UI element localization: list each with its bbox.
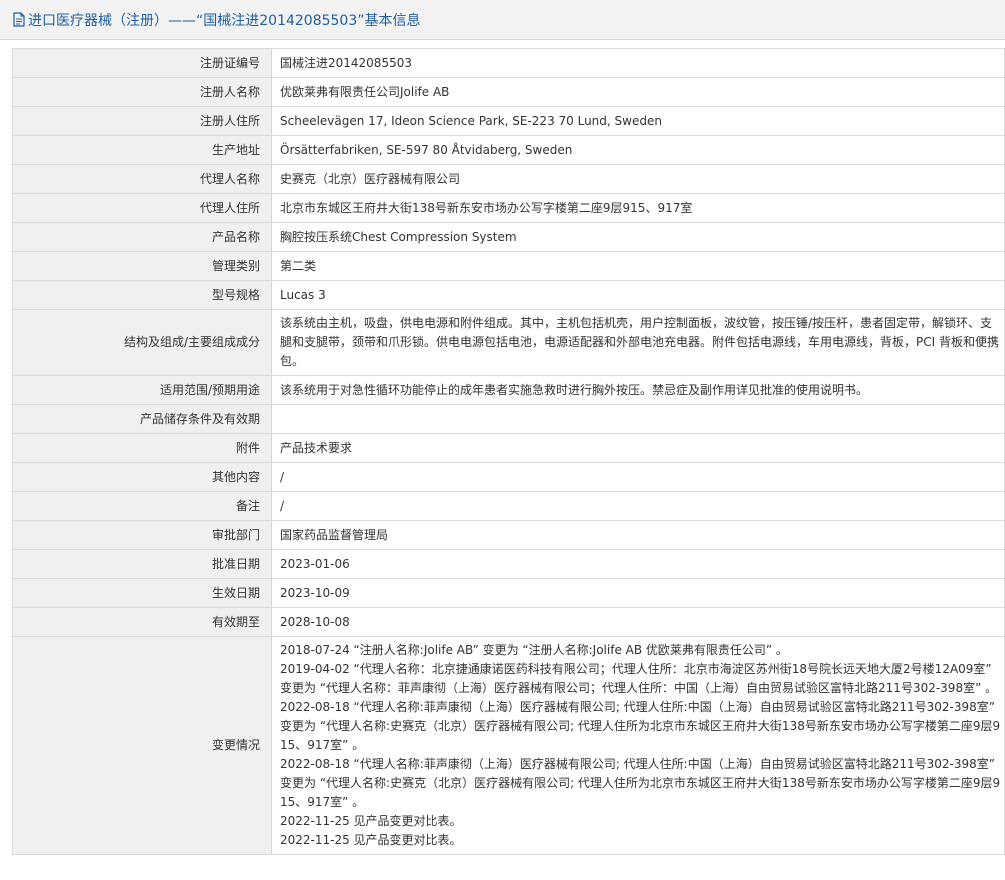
row-label: 注册人住所 (12, 106, 272, 136)
table-row: 有效期至 2028-10-08 (12, 607, 1005, 637)
row-label: 生产地址 (12, 135, 272, 165)
row-value: / (271, 462, 1005, 492)
table-row: 审批部门 国家药品监督管理局 (12, 520, 1005, 550)
change-entry: 2022-11-25 见产品变更对比表。 (280, 833, 462, 847)
info-table-container: 注册证编号 国械注进20142085503 注册人名称 优欧莱弗有限责任公司Jo… (12, 48, 1005, 855)
table-row: 批准日期 2023-01-06 (12, 549, 1005, 579)
document-icon (13, 12, 25, 27)
row-label: 管理类别 (12, 251, 272, 281)
row-label: 型号规格 (12, 280, 272, 310)
row-label: 产品名称 (12, 222, 272, 252)
table-row: 管理类别 第二类 (12, 251, 1005, 281)
row-value: 优欧莱弗有限责任公司Jolife AB (271, 77, 1005, 107)
page-title: 进口医疗器械（注册）——“国械注进20142085503”基本信息 (28, 12, 421, 29)
row-value: 该系统用于对急性循环功能停止的成年患者实施急救时进行胸外按压。禁忌症及副作用详见… (271, 375, 1005, 405)
table-row: 适用范围/预期用途 该系统用于对急性循环功能停止的成年患者实施急救时进行胸外按压… (12, 375, 1005, 405)
row-value: 该系统由主机，吸盘，供电电源和附件组成。其中，主机包括机壳，用户控制面板，波纹管… (271, 309, 1005, 376)
table-row: 生效日期 2023-10-09 (12, 578, 1005, 608)
row-value: 北京市东城区王府井大街138号新东安市场办公写字楼第二座9层915、917室 (271, 193, 1005, 223)
row-label: 其他内容 (12, 462, 272, 492)
table-row: 代理人名称 史赛克（北京）医疗器械有限公司 (12, 164, 1005, 194)
table-row: 注册人名称 优欧莱弗有限责任公司Jolife AB (12, 77, 1005, 107)
table-row: 附件 产品技术要求 (12, 433, 1005, 463)
row-value: 2023-10-09 (271, 578, 1005, 608)
table-row: 注册人住所 Scheelevägen 17, Ideon Science Par… (12, 106, 1005, 136)
table-row: 变更情况 2018-07-24 “注册人名称:Jolife AB” 变更为 “注… (12, 636, 1005, 855)
change-entry: 2022-08-18 “代理人名称:菲声康彻（上海）医疗器械有限公司; 代理人住… (280, 700, 1001, 752)
row-label: 备注 (12, 491, 272, 521)
row-label: 适用范围/预期用途 (12, 375, 272, 405)
row-value: 国械注进20142085503 (271, 48, 1005, 78)
change-entry: 2022-08-18 “代理人名称:菲声康彻（上海）医疗器械有限公司; 代理人住… (280, 757, 1001, 809)
row-label: 批准日期 (12, 549, 272, 579)
table-row: 备注 / (12, 491, 1005, 521)
row-label: 注册人名称 (12, 77, 272, 107)
row-label: 变更情况 (12, 636, 272, 855)
row-label: 附件 (12, 433, 272, 463)
row-value: / (271, 491, 1005, 521)
row-label: 注册证编号 (12, 48, 272, 78)
row-value: 国家药品监督管理局 (271, 520, 1005, 550)
row-value: 产品技术要求 (271, 433, 1005, 463)
row-label: 结构及组成/主要组成成分 (12, 309, 272, 376)
change-history: 2018-07-24 “注册人名称:Jolife AB” 变更为 “注册人名称:… (271, 636, 1005, 855)
row-label: 生效日期 (12, 578, 272, 608)
change-entry: 2022-11-25 见产品变更对比表。 (280, 814, 462, 828)
row-value: 第二类 (271, 251, 1005, 281)
row-value: Lucas 3 (271, 280, 1005, 310)
row-value: 2028-10-08 (271, 607, 1005, 637)
row-label: 代理人名称 (12, 164, 272, 194)
row-label: 代理人住所 (12, 193, 272, 223)
row-value: 史赛克（北京）医疗器械有限公司 (271, 164, 1005, 194)
table-row: 代理人住所 北京市东城区王府井大街138号新东安市场办公写字楼第二座9层915、… (12, 193, 1005, 223)
row-value: 2023-01-06 (271, 549, 1005, 579)
info-table: 注册证编号 国械注进20142085503 注册人名称 优欧莱弗有限责任公司Jo… (12, 48, 1005, 855)
table-row: 注册证编号 国械注进20142085503 (12, 48, 1005, 78)
row-value: Örsätterfabriken, SE-597 80 Åtvidaberg, … (271, 135, 1005, 165)
table-row: 结构及组成/主要组成成分 该系统由主机，吸盘，供电电源和附件组成。其中，主机包括… (12, 309, 1005, 376)
change-entry: 2019-04-02 “代理人名称：北京捷通康诺医药科技有限公司；代理人住所：北… (280, 662, 998, 695)
table-row: 产品储存条件及有效期 (12, 404, 1005, 434)
table-row: 产品名称 胸腔按压系统Chest Compression System (12, 222, 1005, 252)
table-row: 型号规格 Lucas 3 (12, 280, 1005, 310)
row-label: 审批部门 (12, 520, 272, 550)
page-header: 进口医疗器械（注册）——“国械注进20142085503”基本信息 (0, 0, 1005, 40)
row-value: 胸腔按压系统Chest Compression System (271, 222, 1005, 252)
table-row: 其他内容 / (12, 462, 1005, 492)
row-value (271, 404, 1005, 434)
row-label: 产品储存条件及有效期 (12, 404, 272, 434)
row-value: Scheelevägen 17, Ideon Science Park, SE-… (271, 106, 1005, 136)
row-label: 有效期至 (12, 607, 272, 637)
table-row: 生产地址 Örsätterfabriken, SE-597 80 Åtvidab… (12, 135, 1005, 165)
change-entry: 2018-07-24 “注册人名称:Jolife AB” 变更为 “注册人名称:… (280, 643, 788, 657)
